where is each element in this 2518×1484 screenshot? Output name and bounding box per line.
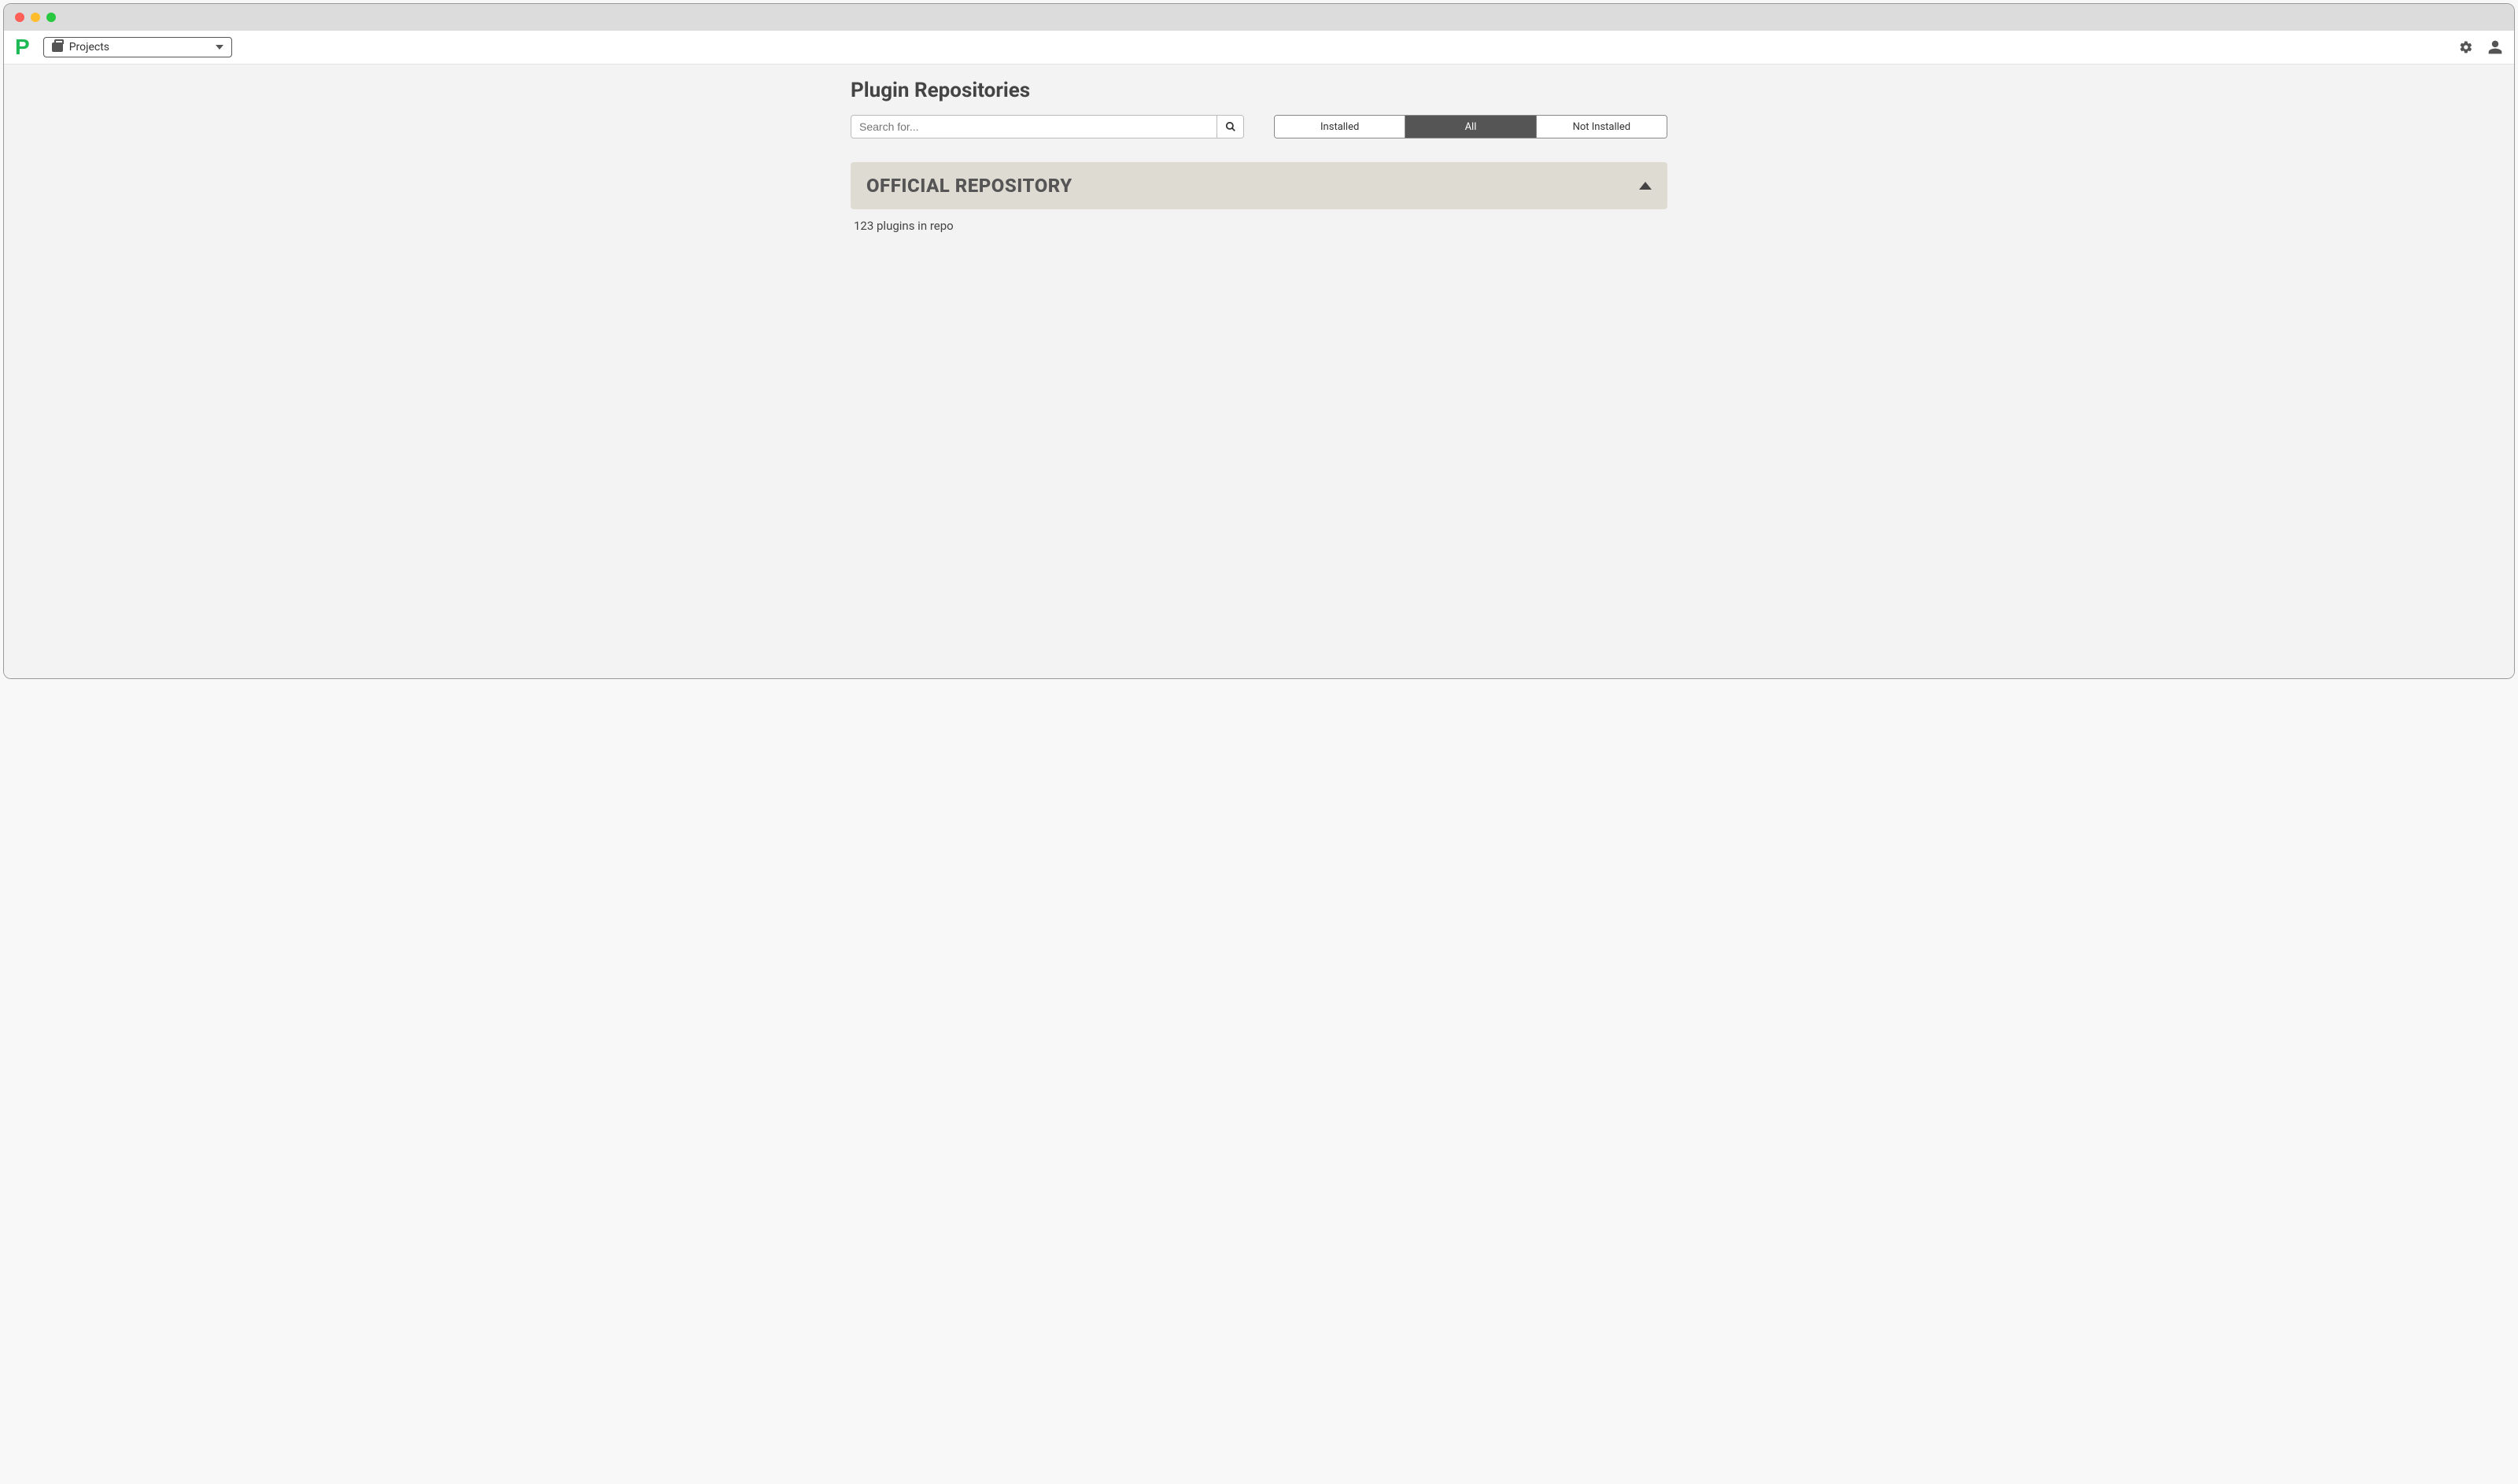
user-profile-icon[interactable] — [2487, 39, 2503, 55]
briefcase-icon — [52, 42, 63, 52]
app-logo: P — [15, 39, 29, 56]
tab-all[interactable]: All — [1405, 116, 1535, 138]
repo-count: 123 plugins in repo — [851, 219, 1667, 233]
window-close-dot[interactable] — [15, 13, 24, 22]
chevron-down-icon — [216, 45, 223, 50]
search-button[interactable] — [1217, 116, 1243, 138]
filter-row: Installed All Not Installed — [851, 115, 1667, 138]
project-selector-label: Projects — [69, 41, 109, 54]
window-maximize-dot[interactable] — [46, 13, 56, 22]
window-minimize-dot[interactable] — [31, 13, 40, 22]
filter-tabs: Installed All Not Installed — [1274, 115, 1667, 138]
search-icon — [1225, 121, 1236, 132]
section-header[interactable]: OFFICIAL REPOSITORY — [851, 162, 1667, 209]
app-topbar: P Projects — [4, 31, 2514, 65]
search-group — [851, 115, 1244, 138]
project-selector[interactable]: Projects — [43, 37, 232, 57]
content-area: Plugin Repositories Installed All Not In… — [4, 65, 2514, 678]
tab-not-installed[interactable]: Not Installed — [1536, 116, 1667, 138]
caret-up-icon — [1639, 182, 1652, 190]
browser-titlebar — [4, 4, 2514, 31]
section-heading: OFFICIAL REPOSITORY — [866, 175, 1073, 197]
settings-gear-icon[interactable] — [2459, 40, 2473, 54]
tab-installed[interactable]: Installed — [1275, 116, 1405, 138]
browser-window: P Projects Plugin Repositories — [3, 3, 2515, 679]
page-title: Plugin Repositories — [851, 79, 1667, 102]
search-input[interactable] — [851, 116, 1217, 138]
